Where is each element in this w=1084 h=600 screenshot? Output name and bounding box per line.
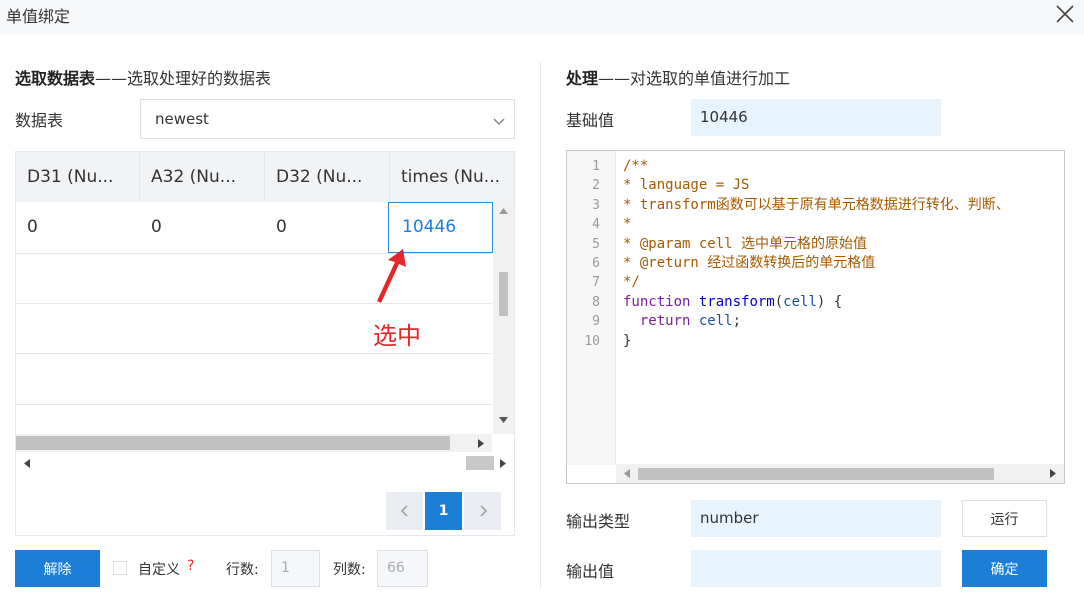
grid-cell[interactable]: 0 — [140, 202, 265, 252]
code-param: cell — [783, 293, 817, 310]
scroll-right-icon[interactable] — [500, 459, 506, 468]
base-value-label: 基础值 — [566, 111, 615, 130]
editor-horizontal-scrollbar[interactable] — [616, 464, 1064, 483]
scroll-right-icon[interactable] — [1050, 469, 1056, 478]
dialog-titlebar: 单值绑定 — [0, 0, 1084, 34]
pager-current-page[interactable]: 1 — [425, 492, 462, 530]
code-keyword: function — [623, 293, 691, 310]
editor-gutter: 1 2 3 4 5 6 7 8 9 10 — [567, 151, 616, 465]
editor-scroll-thumb[interactable] — [638, 468, 994, 480]
table-select-value: newest — [155, 110, 209, 128]
scroll-right-icon[interactable] — [478, 439, 484, 448]
table-row: 0 0 0 10446 — [16, 202, 493, 254]
rows-input[interactable]: 1 — [271, 550, 320, 587]
grid-horizontal-scrollbar[interactable] — [16, 434, 492, 452]
code-line: * transform函数可以基于原有单元格数据进行转化、判断、 — [623, 196, 1010, 213]
line-number: 1 — [592, 159, 600, 174]
line-number: 10 — [584, 333, 600, 349]
grid-column-header[interactable]: A32 (Nu... — [140, 152, 265, 202]
cols-label: 列数: — [333, 562, 366, 578]
table-label: 数据表 — [15, 111, 64, 130]
grid-outer-scroll-thumb[interactable] — [466, 456, 494, 470]
grid-column-header[interactable]: times (Nu... — [390, 152, 514, 202]
code-line: return cell; — [623, 312, 741, 331]
line-number: 9 — [592, 314, 600, 330]
line-number: 5 — [592, 236, 600, 252]
scroll-up-icon[interactable] — [499, 208, 508, 214]
annotation-arrow-icon — [377, 249, 406, 303]
custom-label: 自定义 — [138, 562, 180, 578]
output-type-field[interactable]: number — [691, 500, 941, 537]
line-number: 4 — [592, 217, 600, 233]
panel-divider — [540, 62, 541, 588]
right-section-title: 处理——对选取的单值进行加工 — [566, 65, 790, 89]
code-line: * — [623, 216, 632, 233]
run-button[interactable]: 运行 — [962, 500, 1047, 537]
pager-prev-button[interactable] — [386, 492, 423, 530]
grid-horizontal-scroll-thumb[interactable] — [16, 436, 450, 450]
grid-column-header[interactable]: D31 (Nu... — [16, 152, 140, 202]
line-number: 7 — [592, 275, 600, 291]
code-punct: ( — [774, 293, 784, 310]
grid-header: D31 (Nu... A32 (Nu... D32 (Nu... times (… — [16, 152, 514, 202]
cols-input[interactable]: 66 — [377, 550, 428, 587]
output-type-label: 输出类型 — [566, 512, 631, 531]
unbind-button[interactable]: 解除 — [15, 550, 100, 587]
chevron-left-icon — [400, 505, 408, 517]
right-section-title-rest: ——对选取的单值进行加工 — [598, 69, 791, 88]
pager-next-button[interactable] — [464, 492, 501, 530]
grid-vertical-scrollbar[interactable] — [493, 202, 514, 434]
code-line: function transform(cell) { — [623, 293, 842, 312]
code-function-name: transform — [698, 293, 775, 310]
confirm-button[interactable]: 确定 — [962, 550, 1047, 587]
grid-cell[interactable]: 0 — [16, 202, 140, 252]
base-value-field[interactable]: 10446 — [691, 99, 941, 136]
code-variable: cell — [698, 313, 733, 330]
annotation-text: 选中 — [373, 322, 421, 350]
code-keyword: return — [639, 313, 691, 330]
left-section-title-rest: ——选取处理好的数据表 — [95, 69, 272, 88]
code-editor[interactable]: 1 2 3 4 5 6 7 8 9 10 /** * language = JS… — [566, 150, 1065, 484]
scroll-left-icon[interactable] — [24, 459, 30, 468]
rows-label: 行数: — [226, 562, 259, 578]
table-select[interactable]: newest — [140, 99, 515, 139]
grid-vertical-scroll-thumb[interactable] — [499, 272, 508, 316]
right-section-title-bold: 处理 — [566, 69, 599, 88]
scroll-left-icon[interactable] — [624, 469, 630, 478]
line-number: 2 — [592, 178, 600, 194]
help-icon[interactable]: ? — [187, 558, 194, 574]
code-line: * @param cell 选中单元格的原始值 — [623, 235, 868, 252]
table-row — [16, 254, 492, 304]
line-number: 3 — [592, 197, 600, 213]
chevron-down-icon — [492, 113, 506, 132]
grid-outer-horizontal-scrollbar[interactable] — [16, 452, 514, 474]
left-section-title: 选取数据表——选取处理好的数据表 — [15, 65, 271, 89]
code-line: * language = JS — [623, 177, 750, 194]
close-icon[interactable] — [1054, 3, 1076, 25]
scroll-down-icon[interactable] — [499, 417, 508, 423]
code-line: * @return 经过函数转换后的单元格值 — [623, 255, 876, 271]
line-number: 6 — [592, 256, 600, 271]
output-value-label: 输出值 — [566, 562, 615, 581]
code-line: } — [623, 332, 632, 349]
custom-checkbox[interactable] — [113, 561, 127, 575]
left-section-title-bold: 选取数据表 — [15, 69, 96, 88]
table-row — [16, 354, 492, 405]
data-grid: D31 (Nu... A32 (Nu... D32 (Nu... times (… — [15, 151, 515, 536]
grid-column-header[interactable]: D32 (Nu... — [265, 152, 390, 202]
code-line: /** — [623, 158, 649, 174]
code-punct: ) { — [816, 293, 843, 310]
output-value-field[interactable] — [691, 550, 941, 587]
line-number: 8 — [592, 294, 600, 310]
chevron-right-icon — [479, 505, 487, 517]
code-punct: ; — [732, 313, 742, 330]
code-line: */ — [623, 274, 640, 291]
dialog-title: 单值绑定 — [6, 7, 71, 26]
